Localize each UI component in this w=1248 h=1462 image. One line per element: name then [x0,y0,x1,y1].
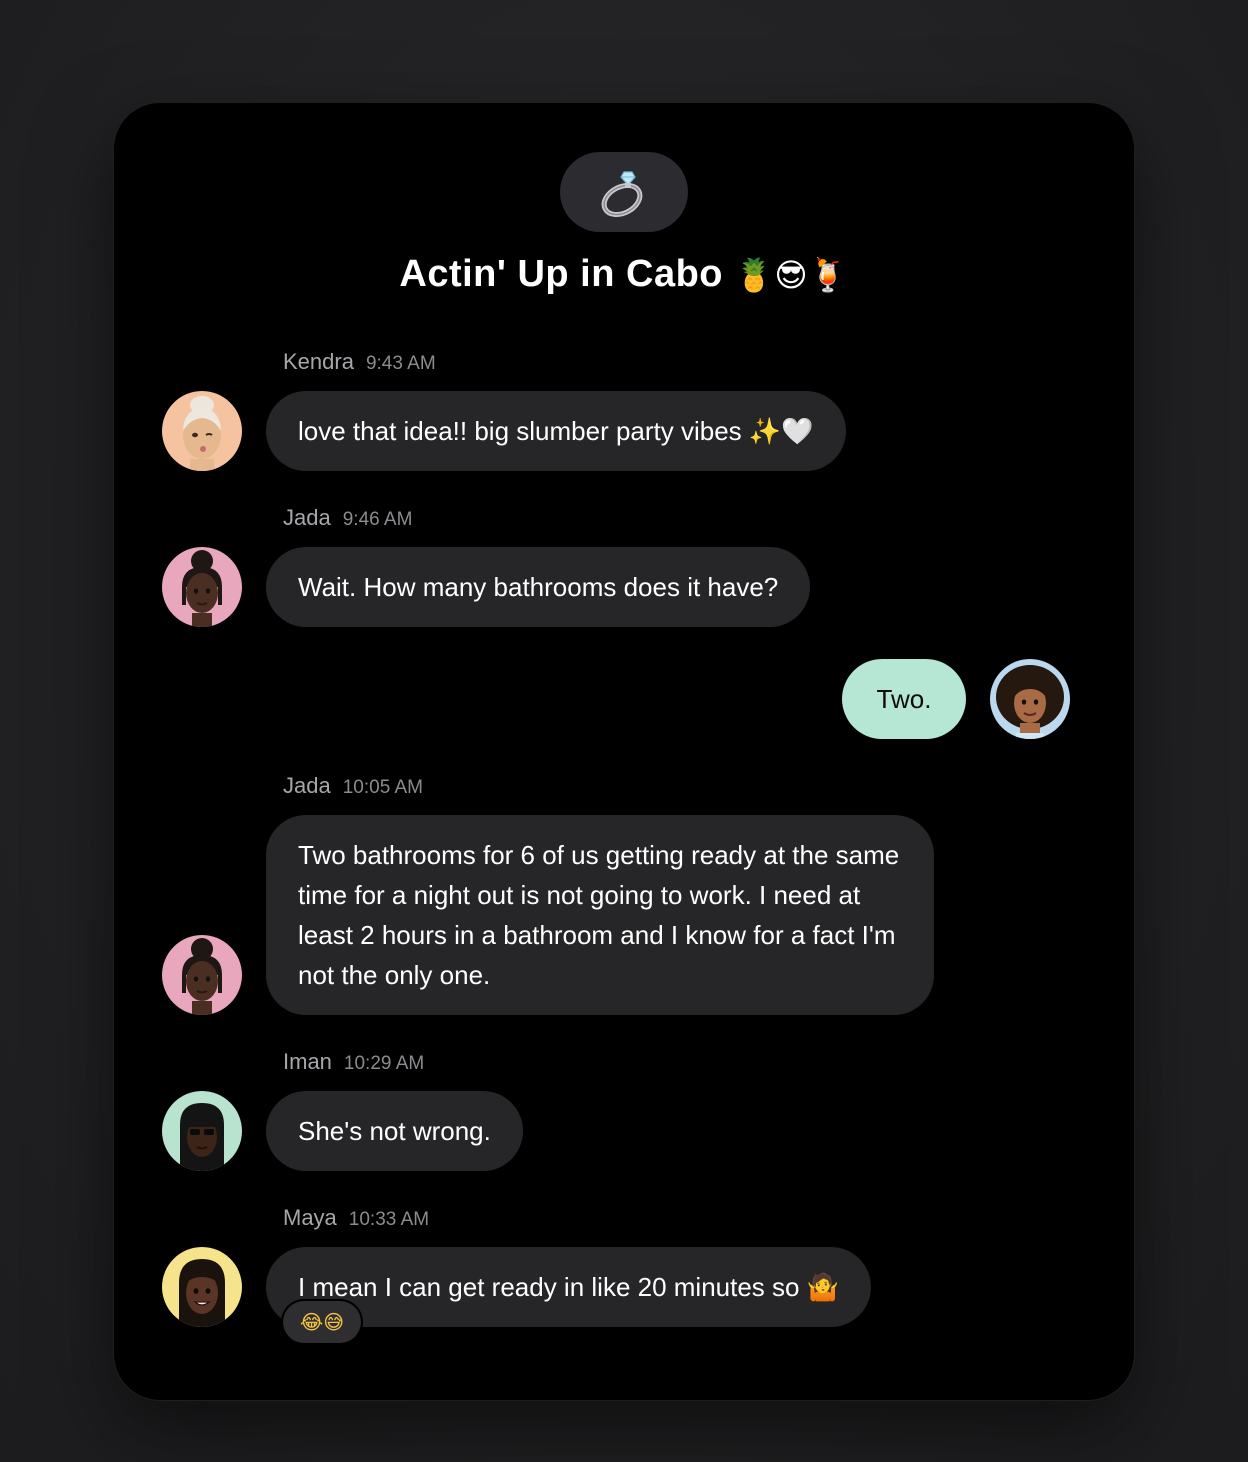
avatar-jada[interactable] [162,547,242,627]
reaction-badge[interactable]: 😂😅 [283,1301,361,1343]
avatar-iman[interactable] [162,1091,242,1171]
message-text: She's not wrong. [298,1116,491,1146]
message-meta: Jada 10:05 AM [283,773,423,799]
group-avatar[interactable] [560,152,688,232]
memoji-kendra-icon [162,391,242,471]
message-time: 10:05 AM [342,777,423,798]
message-time: 10:29 AM [343,1053,425,1074]
message-meta: Kendra 9:43 AM [283,349,436,375]
memoji-jada-icon [162,935,242,1015]
message-meta: Maya 10:33 AM [283,1205,429,1231]
chat-title: Actin' Up in Cabo 🍍😎🍹 [114,253,1134,296]
avatar-jada[interactable] [162,935,242,1015]
message-bubble[interactable]: Wait. How many bathrooms does it have? [266,547,811,627]
message-bubble-outgoing[interactable]: Two. [842,659,966,739]
sender-name: Iman [283,1049,332,1074]
message-meta: Jada 9:46 AM [283,505,412,531]
memoji-me-icon [990,659,1070,739]
message-meta: Iman 10:29 AM [283,1049,424,1075]
message-bubble[interactable]: She's not wrong. [266,1091,523,1171]
sender-name: Kendra [283,349,354,374]
memoji-jada-icon [162,547,242,627]
message-emojis: 🤷 [806,1273,840,1303]
message-time: 9:43 AM [365,353,436,374]
message-text: Wait. How many bathrooms does it have? [298,572,779,602]
message-time: 10:33 AM [348,1209,430,1230]
sender-name: Jada [283,505,331,530]
sender-name: Maya [283,1205,337,1230]
memoji-iman-icon [162,1091,242,1171]
ring-icon [601,171,643,218]
reaction-emojis: 😂😅 [299,1310,345,1334]
sender-name: Jada [283,773,331,798]
avatar-kendra[interactable] [162,391,242,471]
memoji-maya-icon [162,1247,242,1327]
message-bubble[interactable]: love that idea!! big slumber party vibes… [266,391,846,471]
message-text: love that idea!! big slumber party vibes [298,416,742,446]
message-time: 9:46 AM [342,509,413,530]
message-emojis: ✨🤍 [748,417,814,447]
chat-title-emojis: 🍍😎🍹 [734,256,849,294]
chat-title-text: Actin' Up in Cabo [399,253,724,295]
message-text: Two. [876,684,932,714]
chat-card: Actin' Up in Cabo 🍍😎🍹 Kendra 9:43 AM love… [114,103,1134,1400]
message-text: Two bathrooms for 6 of us getting ready … [298,840,900,990]
avatar-maya[interactable] [162,1247,242,1327]
message-bubble[interactable]: Two bathrooms for 6 of us getting ready … [266,815,934,1015]
avatar-me[interactable] [990,659,1070,739]
message-text: I mean I can get ready in like 20 minute… [298,1272,800,1302]
